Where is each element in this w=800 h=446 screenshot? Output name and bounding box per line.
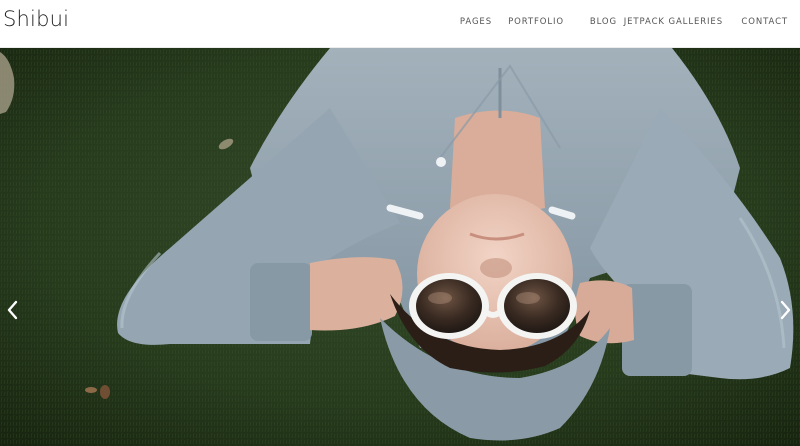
nav-item-contact[interactable]: CONTACT (741, 17, 788, 27)
slider-prev-button[interactable] (2, 298, 22, 322)
nav-item-jetpack-galleries[interactable]: JETPACK GALLERIES (624, 17, 723, 27)
chevron-right-icon (780, 300, 791, 320)
nav-item-blog[interactable]: BLOG (590, 17, 617, 27)
site-header: Shibui PAGES PORTFOLIO BLOG JETPACK GALL… (0, 0, 800, 48)
slider-next-button[interactable] (776, 298, 796, 322)
hero-slider (0, 48, 800, 446)
chevron-left-icon (7, 300, 18, 320)
hero-image (0, 48, 800, 446)
nav-item-pages[interactable]: PAGES (460, 17, 492, 27)
site-title[interactable]: Shibui (3, 7, 69, 31)
nav-item-portfolio[interactable]: PORTFOLIO (508, 17, 564, 27)
